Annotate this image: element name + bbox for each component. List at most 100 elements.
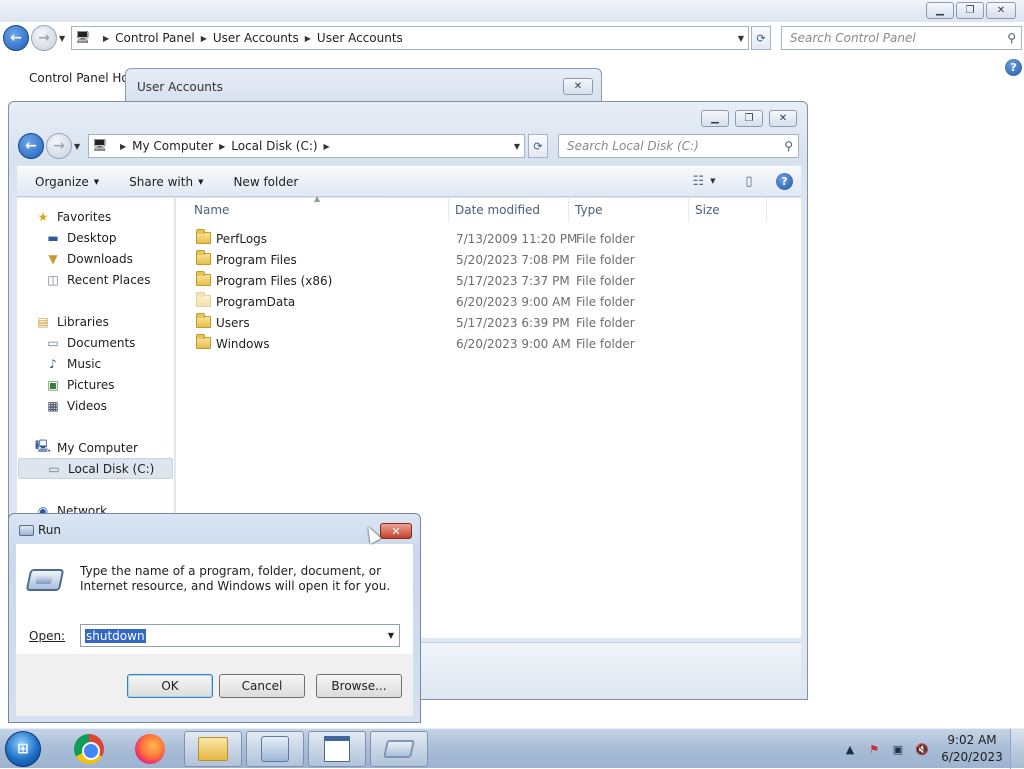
folder-icon [196,229,211,244]
breadcrumb-chevron-icon[interactable]: ▶ [103,34,109,43]
nav-videos[interactable]: ▦ Videos [45,395,107,416]
recent-pages-dropdown[interactable]: ▼ [59,34,65,43]
close-button[interactable]: ✕ [380,523,412,539]
nav-music[interactable]: ♪ Music [45,353,101,374]
explorer-address-bar[interactable]: 🖥 ▶ My Computer ▶ Local Disk (C:) ▶ ▼ [88,134,525,158]
taskbar-document[interactable] [308,731,366,767]
volume-muted-icon[interactable]: 🔇 [914,741,930,757]
search-icon[interactable]: ⚲ [1007,31,1016,45]
folder-icon [196,271,211,286]
pictures-icon: ▣ [47,377,59,392]
firefox-icon [135,734,165,764]
address-dropdown-icon[interactable]: ▼ [738,34,744,43]
control-panel-search-input[interactable]: Search Control Panel ⚲ [781,26,1022,50]
back-button[interactable]: ← [3,25,29,51]
new-folder-button[interactable]: New folder [233,175,298,189]
file-date: 5/20/2023 7:08 PM [456,253,570,267]
recent-pages-dropdown[interactable]: ▼ [74,142,80,151]
show-desktop-button[interactable] [1010,729,1024,769]
control-panel-home-link[interactable]: Control Panel Hor [29,71,134,85]
nav-local-disk-label: Local Disk (C:) [68,461,155,476]
control-panel-address-bar[interactable]: 🖥 ▶ Control Panel ▶ User Accounts ▶ User Ac… [71,26,749,50]
refresh-button[interactable]: ⟳ [751,26,771,50]
nav-videos-label: Videos [67,398,107,413]
breadcrumb-user-accounts-current[interactable]: User Accounts [317,31,403,45]
share-with-menu[interactable]: Share with ▼ [129,175,203,189]
nav-pictures-label: Pictures [67,377,115,392]
breadcrumb-chevron-icon[interactable]: ▶ [201,34,207,43]
explorer-search-input[interactable]: Search Local Disk (C:) ⚲ [558,134,799,158]
maximize-button[interactable]: ❐ [735,110,763,127]
browse-button[interactable]: Browse... [316,674,402,698]
action-center-flag-icon[interactable]: ⚑ [866,741,882,757]
ok-button[interactable]: OK [127,674,213,698]
nav-pictures[interactable]: ▣ Pictures [45,374,115,395]
forward-button[interactable]: → [46,133,72,159]
breadcrumb-local-disk[interactable]: Local Disk (C:) [231,139,317,153]
column-size-label: Size [695,203,720,217]
close-button[interactable]: ✕ [563,78,593,95]
file-row[interactable]: Program Files 5/20/2023 7:08 PM File fol… [176,250,776,271]
computer-icon: 🖥 [92,138,108,152]
explorer-nav: ← → ▼ [18,133,80,159]
nav-my-computer-label: My Computer [57,440,138,455]
column-header-type[interactable]: Type [569,198,689,222]
file-name: ProgramData [216,295,296,309]
nav-local-disk[interactable]: ▭ Local Disk (C:) [18,458,173,479]
column-header-date-modified[interactable]: Date modified [449,198,569,222]
forward-button[interactable]: → [31,25,57,51]
taskbar-chrome[interactable] [60,731,118,767]
maximize-button[interactable]: ❐ [956,2,984,19]
chevron-down-icon[interactable]: ▼ [388,631,394,640]
file-row[interactable]: ProgramData 6/20/2023 9:00 AM File folde… [176,292,776,313]
show-hidden-icons-icon[interactable]: ▲ [842,741,858,757]
nav-desktop[interactable]: ▬ Desktop [45,227,116,248]
file-row[interactable]: Windows 6/20/2023 9:00 AM File folder [176,334,776,355]
nav-my-computer[interactable]: 🖳 My Computer [35,437,138,458]
taskbar-control-panel[interactable] [246,731,304,767]
breadcrumb-chevron-icon[interactable]: ▶ [219,142,225,151]
network-icon[interactable]: ▣ [890,741,906,757]
close-button[interactable]: ✕ [986,2,1016,19]
search-icon[interactable]: ⚲ [784,139,793,153]
minimize-button[interactable]: ▁ [926,2,954,19]
refresh-button[interactable]: ⟳ [528,134,548,158]
help-icon[interactable]: ? [1005,59,1022,76]
nav-favorites[interactable]: ★ Favorites [35,206,112,227]
start-button[interactable]: ⊞ [5,731,41,767]
file-row[interactable]: PerfLogs 7/13/2009 11:20 PM File folder [176,229,776,250]
column-header-name[interactable]: Name [188,198,449,222]
back-button[interactable]: ← [18,133,44,159]
desktop-icon: ▬ [47,230,59,245]
taskbar-run[interactable] [370,731,428,767]
open-input[interactable]: shutdown ▼ [80,624,400,647]
breadcrumb-chevron-icon[interactable]: ▶ [120,142,126,151]
cancel-button[interactable]: Cancel [219,674,305,698]
breadcrumb-chevron-icon[interactable]: ▶ [324,142,330,151]
nav-documents[interactable]: ▭ Documents [45,332,135,353]
search-placeholder: Search Local Disk (C:) [567,139,699,153]
help-icon[interactable]: ? [776,172,793,190]
run-icon [383,740,415,758]
nav-libraries[interactable]: ▤ Libraries [35,311,109,332]
nav-downloads[interactable]: ▼ Downloads [45,248,133,269]
address-dropdown-icon[interactable]: ▼ [514,142,520,151]
file-row[interactable]: Program Files (x86) 5/17/2023 7:37 PM Fi… [176,271,776,292]
minimize-button[interactable]: ▁ [701,110,729,127]
breadcrumb-chevron-icon[interactable]: ▶ [305,34,311,43]
change-view-icon[interactable]: ☷ ▼ [686,172,722,190]
breadcrumb-control-panel[interactable]: Control Panel [115,31,195,45]
run-description: Type the name of a program, folder, docu… [80,564,391,593]
file-row[interactable]: Users 5/17/2023 6:39 PM File folder [176,313,776,334]
clock[interactable]: 9:02 AM 6/20/2023 [940,732,1004,766]
close-button[interactable]: ✕ [769,110,797,127]
breadcrumb-my-computer[interactable]: My Computer [132,139,213,153]
taskbar-file-explorer[interactable] [184,731,242,767]
breadcrumb-user-accounts[interactable]: User Accounts [213,31,299,45]
taskbar-firefox[interactable] [121,731,179,767]
organize-menu[interactable]: Organize ▼ [35,175,99,189]
file-type: File folder [576,253,635,267]
column-header-size[interactable]: Size [689,198,767,222]
nav-recent-places[interactable]: ◫ Recent Places [45,269,150,290]
preview-pane-icon[interactable]: ▯ [740,172,758,190]
